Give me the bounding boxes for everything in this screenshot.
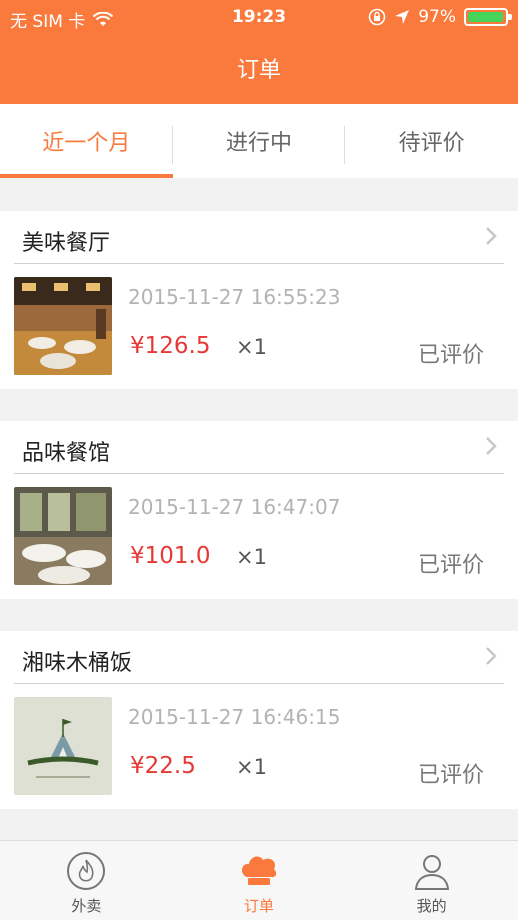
review-status: 已评价 (417, 763, 484, 788)
nav-mine[interactable]: 我的 (345, 841, 518, 920)
restaurant-logo-thumbnail (14, 697, 112, 795)
active-tab-indicator (0, 174, 173, 178)
restaurant-name: 湘味木桶饭 (22, 651, 133, 676)
divider (14, 263, 504, 264)
order-card[interactable]: 品味餐馆 2015-11-27 16:47:07 ¥101.0 ×1 已评价 (0, 421, 518, 599)
nav-label: 订单 (244, 897, 275, 915)
chevron-right-icon (486, 437, 497, 455)
location-arrow-icon (395, 10, 410, 24)
tab-label: 进行中 (226, 131, 293, 156)
restaurant-header[interactable]: 美味餐厅 (0, 211, 518, 263)
nav-label: 外卖 (71, 897, 102, 915)
order-date: 2015-11-27 16:55:23 (128, 285, 341, 309)
restaurant-name: 品味餐馆 (22, 441, 111, 466)
order-quantity: ×1 (236, 335, 267, 359)
order-price: ¥126.5 (130, 333, 211, 359)
nav-takeout[interactable]: 外卖 (0, 841, 173, 920)
review-status: 已评价 (417, 343, 484, 368)
nav-label: 我的 (416, 897, 447, 915)
restaurant-thumbnail (14, 277, 112, 375)
battery-icon (464, 8, 512, 26)
fire-icon (67, 852, 106, 890)
review-status: 已评价 (417, 553, 484, 578)
tab-recent-month[interactable]: 近一个月 (0, 104, 173, 178)
tab-in-progress[interactable]: 进行中 (173, 104, 346, 178)
divider (14, 683, 504, 684)
chevron-right-icon (486, 227, 497, 245)
restaurant-header[interactable]: 品味餐馆 (0, 421, 518, 473)
order-quantity: ×1 (236, 545, 267, 569)
order-quantity: ×1 (236, 755, 267, 779)
order-price: ¥22.5 (130, 753, 196, 779)
tab-to-review[interactable]: 待评价 (345, 104, 518, 178)
order-card[interactable]: 湘味木桶饭 2015-11-27 16:46:15 ¥22.5 ×1 已评价 (0, 631, 518, 809)
rotation-lock-icon (368, 8, 386, 26)
bottom-tab-bar: 外卖 订单 我的 (0, 840, 518, 920)
order-date: 2015-11-27 16:47:07 (128, 495, 341, 519)
user-icon (414, 855, 449, 890)
app-header: 无 SIM 卡 19:23 97% 订单 (0, 0, 518, 104)
order-tabs: 近一个月 进行中 待评价 (0, 104, 518, 178)
page-title: 订单 (236, 58, 281, 83)
status-bar: 无 SIM 卡 19:23 97% (0, 0, 518, 34)
chevron-right-icon (486, 647, 497, 665)
restaurant-thumbnail (14, 487, 112, 585)
tab-label: 近一个月 (42, 131, 131, 156)
chef-hat-icon (241, 856, 277, 885)
order-date: 2015-11-27 16:46:15 (128, 705, 341, 729)
tab-label: 待评价 (398, 131, 465, 156)
restaurant-header[interactable]: 湘味木桶饭 (0, 631, 518, 683)
order-price: ¥101.0 (130, 543, 211, 569)
divider (14, 473, 504, 474)
battery-percent: 97% (418, 7, 456, 27)
nav-orders[interactable]: 订单 (173, 841, 346, 920)
restaurant-name: 美味餐厅 (22, 231, 111, 256)
order-card[interactable]: 美味餐厅 2015-11-27 16:55:23 ¥126.5 ×1 已评价 (0, 211, 518, 389)
